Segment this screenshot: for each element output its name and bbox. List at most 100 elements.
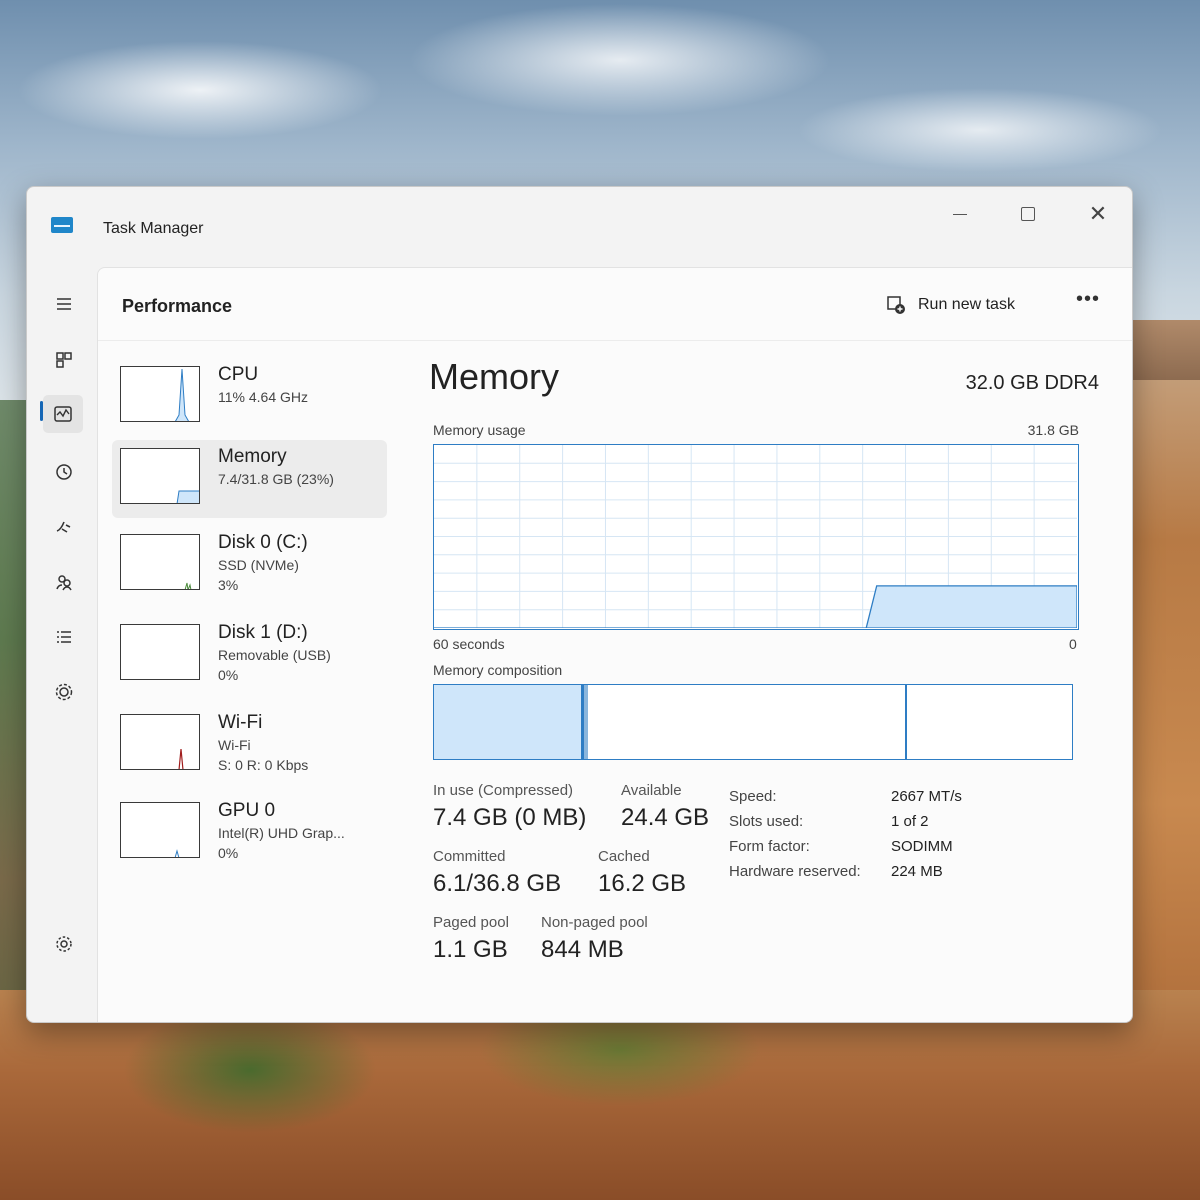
disk1-thumbnail-graph <box>120 624 200 680</box>
device-usage: 3% <box>218 577 239 593</box>
details-icon <box>57 631 71 643</box>
device-usage: 0% <box>218 845 239 861</box>
memory-title: Memory <box>429 356 560 397</box>
wallpaper-buildings <box>1125 320 1200 380</box>
non-paged-pool-value: 844 MB <box>541 936 624 963</box>
composition-modified <box>584 685 588 759</box>
spec-value: 2667 MT/s <box>891 788 962 805</box>
device-item-wifi[interactable]: Wi-Fi Wi-Fi S: 0 R: 0 Kbps <box>112 706 387 784</box>
gpu-thumbnail-graph <box>120 802 200 858</box>
device-detail: Removable (USB) <box>218 647 331 663</box>
nav-services[interactable] <box>49 677 79 707</box>
time-zero-label: 0 <box>1069 636 1077 652</box>
available-label: Available <box>621 782 682 799</box>
in-use-label: In use (Compressed) <box>433 782 574 799</box>
page-title: Performance <box>122 296 233 316</box>
startup-icon <box>56 521 71 533</box>
memory-usage-area <box>434 585 1078 629</box>
device-item-cpu[interactable]: CPU 11% 4.64 GHz <box>112 358 387 436</box>
more-options-button[interactable]: ••• <box>1076 288 1100 311</box>
cached-value: 16.2 GB <box>598 870 687 897</box>
committed-value: 6.1/36.8 GB <box>433 870 562 897</box>
settings-gear-icon <box>56 936 72 952</box>
memory-usage-graph <box>433 444 1079 630</box>
device-name: Disk 1 (D:) <box>218 622 308 643</box>
task-manager-window: Task Manager ✕ Performance Run new task … <box>26 186 1133 1023</box>
device-usage: S: 0 R: 0 Kbps <box>218 757 309 773</box>
cpu-sparkline <box>174 368 190 421</box>
minimize-icon <box>953 213 967 215</box>
device-name: Wi-Fi <box>218 712 263 733</box>
device-item-memory[interactable]: Memory 7.4/31.8 GB (23%) <box>112 440 387 518</box>
spec-key: Speed: <box>729 788 777 805</box>
nav-startup-apps[interactable] <box>49 512 79 542</box>
history-icon <box>56 464 72 480</box>
navigation-rail <box>27 267 97 1022</box>
memory-usage-label: Memory usage <box>433 422 526 438</box>
memory-usage-max: 31.8 GB <box>1027 422 1079 438</box>
services-icon <box>55 683 73 701</box>
paged-pool-label: Paged pool <box>433 914 509 931</box>
memory-detail-pane: Memory 32.0 GB DDR4 Memory usage 31.8 GB… <box>423 348 1113 1008</box>
nav-users[interactable] <box>49 567 79 597</box>
cpu-thumbnail-graph <box>120 366 200 422</box>
close-icon: ✕ <box>1088 201 1108 226</box>
disk0-thumbnail-graph <box>120 534 200 590</box>
gpu-sparkline <box>174 849 180 857</box>
hamburger-menu-button[interactable] <box>49 289 79 319</box>
memory-spec: 32.0 GB DDR4 <box>965 372 1099 394</box>
hamburger-icon <box>57 298 71 310</box>
spec-value: 224 MB <box>891 863 943 880</box>
device-name: CPU <box>218 364 259 385</box>
run-new-task-label: Run new task <box>918 296 1015 313</box>
nav-details[interactable] <box>49 622 79 652</box>
performance-panel: Performance Run new task ••• CPU 11% 4.6… <box>97 267 1132 1022</box>
memory-sparkline <box>176 490 199 503</box>
settings-button[interactable] <box>49 929 79 959</box>
nav-app-history[interactable] <box>49 457 79 487</box>
run-task-icon <box>887 296 905 314</box>
maximize-button[interactable] <box>1005 195 1051 233</box>
composition-standby-divider <box>905 685 907 759</box>
memory-composition-bar <box>433 684 1073 760</box>
committed-label: Committed <box>433 848 506 865</box>
performance-icon <box>54 406 72 422</box>
in-use-value: 7.4 GB (0 MB) <box>433 804 587 831</box>
device-item-disk-1[interactable]: Disk 1 (D:) Removable (USB) 0% <box>112 616 387 694</box>
disk0-sparkline <box>184 582 192 589</box>
processes-icon <box>56 352 72 368</box>
cached-label: Cached <box>598 848 650 865</box>
memory-usage-chart <box>434 445 1078 629</box>
device-detail: 7.4/31.8 GB (23%) <box>218 471 334 487</box>
composition-in-use <box>434 685 584 759</box>
nav-processes[interactable] <box>49 345 79 375</box>
wifi-thumbnail-graph <box>120 714 200 770</box>
device-name: GPU 0 <box>218 800 276 821</box>
time-span-label: 60 seconds <box>433 636 505 652</box>
close-button[interactable]: ✕ <box>1075 195 1121 233</box>
spec-key: Form factor: <box>729 838 810 855</box>
maximize-icon <box>1021 207 1035 221</box>
content-header: Performance Run new task ••• <box>98 268 1132 341</box>
non-paged-pool-label: Non-paged pool <box>541 914 648 931</box>
spec-value: SODIMM <box>891 838 953 855</box>
device-detail: 11% 4.64 GHz <box>218 389 309 405</box>
title-bar[interactable]: Task Manager ✕ <box>27 187 1132 267</box>
nav-performance[interactable] <box>43 395 83 433</box>
device-usage: 0% <box>218 667 239 683</box>
users-icon <box>56 575 72 591</box>
device-detail: SSD (NVMe) <box>218 557 299 573</box>
device-name: Memory <box>218 446 287 467</box>
device-detail: Wi-Fi <box>218 737 251 753</box>
device-name: Disk 0 (C:) <box>218 532 308 553</box>
device-item-disk-0[interactable]: Disk 0 (C:) SSD (NVMe) 3% <box>112 526 387 604</box>
spec-key: Slots used: <box>729 813 804 830</box>
memory-thumbnail-graph <box>120 448 200 504</box>
paged-pool-value: 1.1 GB <box>433 936 508 963</box>
task-manager-icon <box>51 217 73 233</box>
device-item-gpu-0[interactable]: GPU 0 Intel(R) UHD Grap... 0% <box>112 794 387 872</box>
available-value: 24.4 GB <box>621 804 710 831</box>
minimize-button[interactable] <box>937 195 983 233</box>
memory-composition-label: Memory composition <box>433 662 563 678</box>
run-new-task-button[interactable]: Run new task <box>886 290 1015 320</box>
